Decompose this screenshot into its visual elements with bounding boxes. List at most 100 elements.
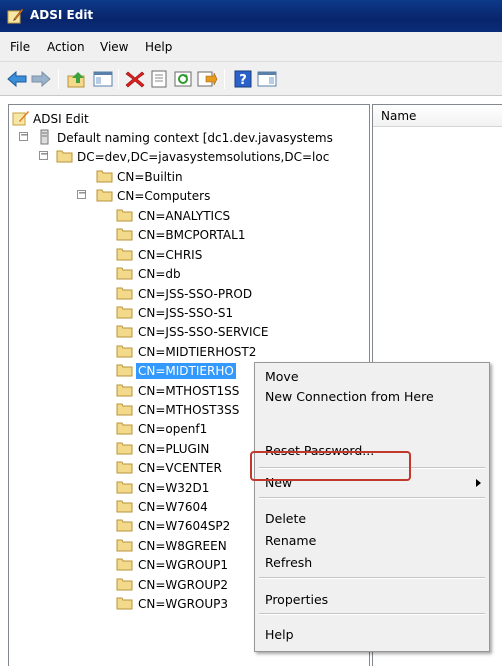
help-icon[interactable]: ? [232,69,254,89]
folder-icon [115,420,135,436]
tree-label: CN=MTHOST3SS [138,403,240,417]
show-action-pane-icon[interactable] [256,69,278,89]
folder-icon [115,537,135,553]
tree-label: CN=JSS-SSO-SERVICE [138,325,269,340]
tree-label: CN=W32D1 [138,480,210,495]
tree-node-builtin[interactable]: CN=Builtin [9,167,369,187]
menu-action[interactable]: Action [47,40,85,54]
tree-node-computer[interactable]: CN=JSS-SSO-PROD [9,284,369,304]
tree-label: CN=W7604 [138,500,208,514]
menu-item-rename[interactable]: Rename [265,533,316,548]
menu-separator [259,497,485,499]
folder-icon [95,187,115,203]
menu-file[interactable]: File [10,40,30,54]
tree-label: CN=CHRIS [138,247,203,262]
tree-label: CN=ANALYTICS [138,209,231,223]
tree-label: CN=PLUGIN [138,441,210,456]
tree-label: CN=Computers [117,189,211,203]
back-icon[interactable] [6,69,28,89]
tree-node-computer[interactable]: CN=MIDTIERHOST2 [9,342,369,362]
folder-icon [115,323,135,339]
adsi-edit-app-icon [6,7,24,25]
menu-item-refresh[interactable]: Refresh [265,555,312,570]
folder-icon [115,440,135,456]
tree-label: CN=MIDTIERHOST2 [138,344,257,359]
submenu-arrow-icon [476,479,481,487]
export-list-icon[interactable] [196,69,218,89]
folder-icon [115,459,135,475]
tree-node-naming-context[interactable]: − Default naming context [dc1.dev.javasy… [9,128,369,148]
collapse-icon[interactable]: − [39,150,48,160]
tree-label: ADSI Edit [33,112,89,126]
menu-item-help[interactable]: Help [265,627,294,642]
properties-icon[interactable] [148,69,170,89]
folder-icon [115,556,135,572]
folder-icon [115,226,135,242]
tree-label: CN=W8GREEN [138,538,227,553]
tree-node-computer[interactable]: CN=CHRIS [9,245,369,265]
tree-node-computer[interactable]: CN=JSS-SSO-S1 [9,303,369,323]
title-bar: ADSI Edit [0,0,502,32]
folder-icon [115,246,135,262]
tree-label: DC=dev,DC=javasystemsolutions,DC=loc [77,150,330,164]
folder-icon [115,207,135,223]
refresh-icon[interactable] [172,69,194,89]
menu-item-delete[interactable]: Delete [265,511,306,526]
column-header-name[interactable]: Name [373,105,502,127]
tree-label: CN=db [138,267,181,282]
folder-icon [115,576,135,592]
tree-label: CN=WGROUP2 [138,577,229,592]
tree-label: CN=WGROUP1 [138,558,229,573]
menu-separator [259,577,485,579]
folder-icon [95,168,115,184]
tree-node-computer[interactable]: CN=JSS-SSO-SERVICE [9,322,369,342]
server-icon [35,129,55,145]
collapse-icon[interactable]: − [77,189,86,199]
tree-label: CN=JSS-SSO-S1 [138,306,234,320]
tree-label: CN=Builtin [117,170,183,184]
folder-icon [115,304,135,320]
tree-node-domain[interactable]: − DC=dev,DC=javasystemsolutions,DC=loc [9,147,369,167]
tree-label: CN=BMCPORTAL1 [138,228,246,243]
folder-icon [115,517,135,533]
folder-icon [55,148,75,164]
menu-help[interactable]: Help [145,40,172,54]
toolbar: ? [0,62,502,96]
tree-label: CN=VCENTER [138,461,222,476]
delete-icon[interactable] [124,69,146,89]
tree-node-computers[interactable]: − CN=Computers [9,186,369,206]
toolbar-separator [224,69,225,89]
toolbar-separator [118,69,119,89]
tree-label: CN=W7604SP2 [138,519,231,534]
tree-node-computer[interactable]: CN=BMCPORTAL1 [9,225,369,245]
up-folder-icon[interactable] [66,69,88,89]
tree-label: CN=JSS-SSO-PROD [138,286,253,301]
tree-node-computer[interactable]: CN=ANALYTICS [9,206,369,226]
folder-icon [115,401,135,417]
column-header-label: Name [381,109,417,123]
menu-item-new-connection[interactable]: New Connection from Here [265,389,434,404]
folder-icon [115,343,135,359]
forward-icon[interactable] [30,69,52,89]
menu-view[interactable]: View [100,40,128,54]
window-title: ADSI Edit [30,8,94,22]
tree-label: CN=MTHOST1SS [138,383,240,398]
tree-label: CN=WGROUP3 [138,597,229,611]
show-hide-console-tree-icon[interactable] [92,69,114,89]
collapse-icon[interactable]: − [19,131,28,141]
menu-item-properties[interactable]: Properties [265,592,328,607]
folder-icon [115,362,135,378]
folder-icon [115,479,135,495]
folder-icon [115,265,135,281]
folder-icon [115,285,135,301]
tree-label: CN=MIDTIERHO [136,363,236,380]
tree-node-computer[interactable]: CN=db [9,264,369,284]
menu-item-move[interactable]: Move [265,369,299,384]
folder-icon [115,595,135,611]
adsi-edit-icon [11,110,31,126]
menu-separator [259,613,485,615]
toolbar-separator [58,69,59,89]
tree-label: Default naming context [dc1.dev.javasyst… [57,131,333,145]
tree-label: CN=openf1 [138,422,208,437]
svg-text:?: ? [239,73,247,88]
